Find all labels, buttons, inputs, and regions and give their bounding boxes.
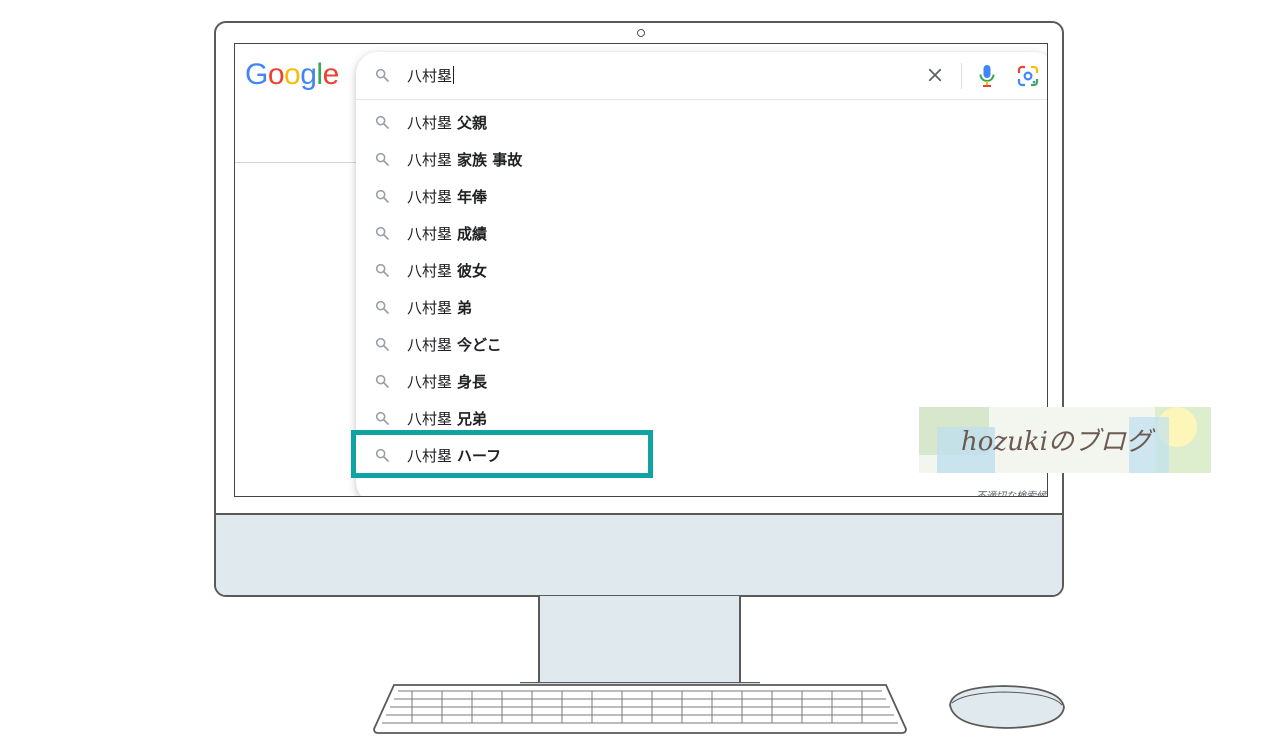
suggestion-prefix: 八村塁 bbox=[407, 114, 453, 132]
suggestion-item[interactable]: 八村塁 彼女 bbox=[356, 252, 1047, 289]
highlight-frame bbox=[351, 430, 653, 478]
search-icon bbox=[375, 152, 389, 166]
search-box[interactable]: 八村塁 bbox=[356, 52, 1047, 100]
search-query-text: 八村塁 bbox=[407, 67, 453, 85]
suggestion-completion: 成績 bbox=[457, 225, 488, 243]
suggestion-completion: 身長 bbox=[457, 373, 488, 391]
search-icon bbox=[375, 300, 389, 314]
suggestion-item[interactable]: 八村塁 年俸 bbox=[356, 178, 1047, 215]
search-icon bbox=[375, 263, 389, 277]
monitor-chin bbox=[216, 513, 1062, 595]
suggestion-completion: 彼女 bbox=[457, 262, 488, 280]
suggestion-prefix: 八村塁 bbox=[407, 299, 453, 317]
suggestion-text: 八村塁 今どこ bbox=[407, 334, 502, 355]
suggestion-completion: 今どこ bbox=[457, 336, 502, 354]
suggestion-text: 八村塁 成績 bbox=[407, 223, 487, 244]
blog-watermark: hozukiのブログ bbox=[919, 407, 1211, 473]
search-icon bbox=[375, 115, 389, 129]
suggestion-text: 八村塁 父親 bbox=[407, 112, 487, 133]
report-inappropriate-link[interactable]: 不適切な検索候補 bbox=[976, 487, 1047, 496]
suggestion-completion: 兄弟 bbox=[457, 410, 488, 428]
suggestion-prefix: 八村塁 bbox=[407, 373, 453, 391]
watermark-text: hozukiのブログ bbox=[961, 427, 1152, 457]
suggestion-completion: 年俸 bbox=[457, 188, 488, 206]
suggestion-text: 八村塁 兄弟 bbox=[407, 408, 487, 429]
toolbar-divider bbox=[961, 63, 962, 89]
suggestion-prefix: 八村塁 bbox=[407, 188, 453, 206]
suggestion-item[interactable]: 八村塁 身長 bbox=[356, 363, 1047, 400]
logo-letter: e bbox=[322, 58, 340, 91]
suggestion-item[interactable]: 八村塁 今どこ bbox=[356, 326, 1047, 363]
imac-monitor: Google 八村塁 八村塁 父親 八村塁 家族 事故 八村塁 年俸 八村塁 成… bbox=[214, 21, 1064, 597]
close-icon[interactable] bbox=[926, 66, 944, 84]
suggestion-item[interactable]: 八村塁弟 bbox=[356, 289, 1047, 326]
search-icon bbox=[375, 337, 389, 351]
suggestion-text: 八村塁 彼女 bbox=[407, 260, 487, 281]
suggestion-text: 八村塁 年俸 bbox=[407, 186, 487, 207]
monitor-stand bbox=[538, 596, 741, 684]
suggestion-item[interactable]: 八村塁 父親 bbox=[356, 104, 1047, 141]
suggestion-item[interactable]: 八村塁 家族 事故 bbox=[356, 141, 1047, 178]
logo-letter: o bbox=[284, 58, 301, 91]
suggestion-prefix: 八村塁 bbox=[407, 262, 453, 280]
suggestion-prefix: 八村塁 bbox=[407, 336, 453, 354]
search-input[interactable]: 八村塁 bbox=[407, 65, 455, 86]
header-divider bbox=[235, 162, 359, 163]
suggestion-text: 八村塁弟 bbox=[407, 297, 472, 318]
logo-letter: g bbox=[300, 58, 317, 91]
suggestion-completion: 父親 bbox=[457, 114, 488, 132]
camera-dot bbox=[637, 29, 645, 37]
logo-letter: o bbox=[267, 58, 285, 91]
text-cursor bbox=[453, 66, 455, 84]
suggestion-prefix: 八村塁 bbox=[407, 225, 453, 243]
suggestion-completion: 家族 事故 bbox=[457, 151, 523, 169]
search-icon bbox=[375, 411, 389, 425]
search-icon bbox=[375, 374, 389, 388]
keyboard-illustration bbox=[373, 684, 907, 734]
google-logo[interactable]: Google bbox=[245, 58, 339, 92]
search-icon bbox=[375, 189, 389, 203]
logo-letter: G bbox=[245, 58, 268, 91]
suggestion-prefix: 八村塁 bbox=[407, 151, 453, 169]
suggestion-text: 八村塁 家族 事故 bbox=[407, 149, 522, 170]
suggestion-text: 八村塁 身長 bbox=[407, 371, 487, 392]
mouse-illustration bbox=[949, 685, 1065, 729]
search-icon bbox=[375, 68, 389, 82]
suggestion-completion: 弟 bbox=[457, 299, 473, 317]
microphone-icon[interactable] bbox=[978, 64, 996, 88]
search-icon bbox=[375, 226, 389, 240]
suggestion-prefix: 八村塁 bbox=[407, 410, 453, 428]
suggestion-item[interactable]: 八村塁 成績 bbox=[356, 215, 1047, 252]
google-lens-icon[interactable] bbox=[1017, 65, 1039, 87]
